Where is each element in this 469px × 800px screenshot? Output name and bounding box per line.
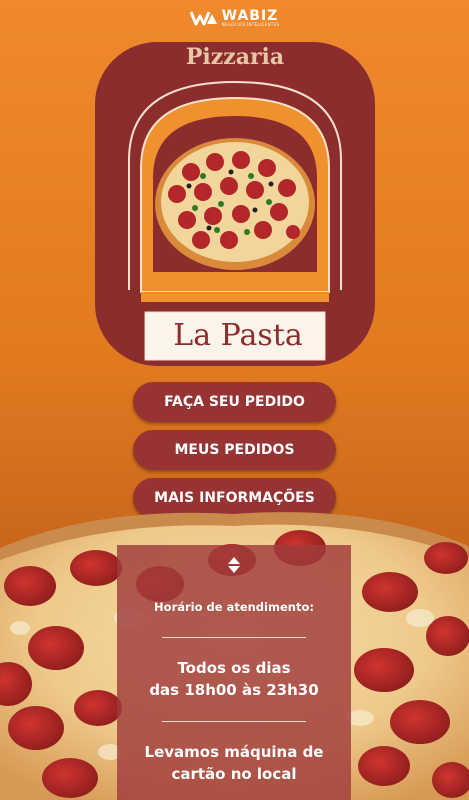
brand-text: WABIZ NEGÓCIOS INTELIGENTES [222,9,280,27]
logo-name: La Pasta [173,318,303,353]
card-note-line: cartão no local [171,765,297,783]
divider [162,721,306,722]
order-button[interactable]: FAÇA SEU PEDIDO [133,382,336,422]
info-panel: Horário de atendimento: Todos os dias da… [117,545,351,800]
card-machine-note: Levamos máquina de cartão no local [117,741,351,785]
wabiz-logo-icon [189,11,217,26]
up-down-arrows-icon[interactable] [226,555,242,575]
card-note-line: Levamos máquina de [144,743,324,761]
opening-days-line: Todos os dias [177,659,291,677]
my-orders-button[interactable]: MEUS PEDIDOS [133,430,336,470]
brand-name: WABIZ [221,8,279,24]
logo-title: Pizzaria [185,44,285,70]
pizza-illustration [155,138,315,270]
main-menu: FAÇA SEU PEDIDO MEUS PEDIDOS MAIS INFORM… [133,382,336,526]
opening-hours-line: das 18h00 às 23h30 [149,681,319,699]
brand-header: WABIZ NEGÓCIOS INTELIGENTES [0,6,469,30]
opening-days: Todos os dias das 18h00 às 23h30 [117,657,351,701]
hours-label: Horário de atendimento: [154,600,314,614]
brand-tagline: NEGÓCIOS INTELIGENTES [221,22,280,27]
divider [162,637,306,638]
pizzeria-logo: Pizzaria La Pasta [93,40,377,370]
